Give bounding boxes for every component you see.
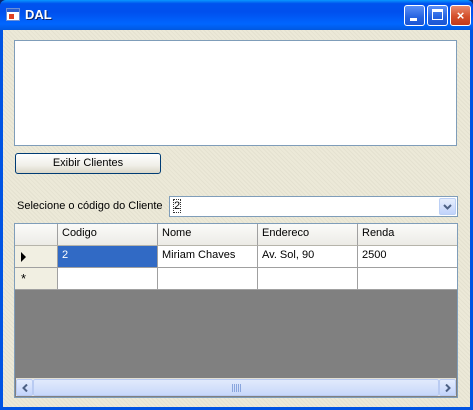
close-button[interactable]: ×: [450, 5, 471, 26]
client-code-combobox[interactable]: 2: [169, 196, 458, 217]
row-pointer-icon: [21, 252, 26, 262]
app-window-icon: [6, 8, 20, 21]
column-header-endereco[interactable]: Endereco: [258, 224, 358, 246]
column-header-codigo[interactable]: Codigo: [58, 224, 158, 246]
output-textbox[interactable]: [14, 40, 457, 146]
chevron-right-icon: [445, 384, 451, 392]
new-row-header[interactable]: *: [15, 268, 58, 290]
grid-corner-header[interactable]: [15, 224, 58, 246]
clients-datagrid[interactable]: Codigo Nome Endereco Renda 2 Miriam Chav…: [14, 223, 458, 398]
new-row-icon: *: [21, 271, 27, 286]
new-cell-endereco[interactable]: [258, 268, 358, 290]
row-header[interactable]: [15, 246, 58, 268]
column-header-renda[interactable]: Renda: [358, 224, 457, 246]
combo-selected-value: 2: [172, 199, 182, 213]
minimize-icon: [410, 18, 417, 21]
app-window: DAL × Exibir Clientes Selecione o código…: [0, 0, 473, 410]
scroll-thumb[interactable]: [33, 379, 439, 396]
grip-icon: [232, 384, 241, 392]
grid-header-row: Codigo Nome Endereco Renda: [15, 224, 457, 246]
cell-renda[interactable]: 2500: [358, 246, 457, 268]
horizontal-scrollbar[interactable]: [16, 378, 456, 396]
select-client-label: Selecione o código do Cliente: [17, 200, 163, 212]
column-header-nome[interactable]: Nome: [158, 224, 258, 246]
close-icon: ×: [456, 8, 465, 23]
chevron-down-icon: [443, 204, 452, 210]
title-bar[interactable]: DAL ×: [0, 0, 473, 30]
scroll-right-button[interactable]: [439, 379, 456, 396]
new-cell-nome[interactable]: [158, 268, 258, 290]
combo-dropdown-button[interactable]: [439, 198, 456, 215]
new-cell-codigo[interactable]: [58, 268, 158, 290]
new-cell-renda[interactable]: [358, 268, 457, 290]
new-row[interactable]: *: [15, 268, 457, 290]
cell-codigo[interactable]: 2: [58, 246, 158, 268]
cell-endereco[interactable]: Av. Sol, 90: [258, 246, 358, 268]
minimize-button[interactable]: [404, 5, 425, 26]
maximize-icon: [432, 9, 443, 20]
window-title: DAL: [25, 7, 52, 22]
form-client-area: Exibir Clientes Selecione o código do Cl…: [3, 30, 470, 407]
scroll-left-button[interactable]: [16, 379, 33, 396]
chevron-left-icon: [22, 384, 28, 392]
table-row[interactable]: 2 Miriam Chaves Av. Sol, 90 2500: [15, 246, 457, 268]
cell-nome[interactable]: Miriam Chaves: [158, 246, 258, 268]
exibir-clientes-button[interactable]: Exibir Clientes: [15, 153, 161, 174]
maximize-button[interactable]: [427, 5, 448, 26]
